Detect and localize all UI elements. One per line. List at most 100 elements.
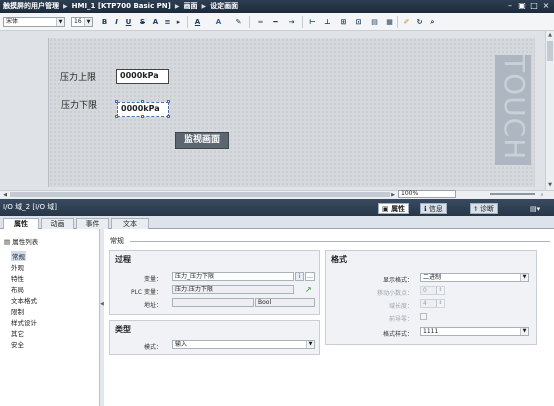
subtab-events[interactable]: 事件 bbox=[76, 218, 109, 229]
breadcrumb-separator-icon: ▶ bbox=[174, 3, 180, 10]
tree-item-misc[interactable]: 其它 bbox=[11, 328, 24, 338]
tree-item-characteristics[interactable]: 特性 bbox=[11, 273, 24, 283]
text-align-dropdown-icon[interactable]: ▸ bbox=[174, 17, 183, 27]
zoom-value: 100% bbox=[401, 190, 419, 197]
breadcrumb-screens[interactable]: 画面 bbox=[183, 2, 197, 10]
toolbar-separator bbox=[187, 16, 188, 28]
format-group-title: 格式 bbox=[331, 255, 347, 264]
scroll-up-icon[interactable]: ▲ bbox=[546, 31, 554, 39]
address-type-field: Bool bbox=[255, 298, 315, 307]
tree-item-styles[interactable]: 样式设计 bbox=[11, 317, 37, 327]
order-icon[interactable]: ▤ bbox=[370, 17, 379, 27]
title-bar: 触摸屏的用户管理 ▶ HMI_1 [KTP700 Basic PN] ▶ 画面 ▶ 设定画面 bbox=[0, 0, 554, 13]
touch-logo-text: TOUCH bbox=[498, 55, 531, 161]
paint-format-icon[interactable]: ✐ bbox=[402, 17, 411, 27]
font-name-select[interactable]: 宋体 ▼ bbox=[3, 17, 65, 27]
mode-label: 模式： bbox=[143, 344, 162, 351]
lower-limit-label[interactable]: 压力下限 bbox=[61, 98, 97, 111]
tree-item-limits[interactable]: 限制 bbox=[11, 306, 24, 316]
tree-item-general[interactable]: 常规 bbox=[11, 251, 26, 261]
minimize-icon[interactable]: – bbox=[506, 2, 514, 10]
scroll-right-icon[interactable]: ▶ bbox=[389, 191, 397, 199]
zoom-select[interactable]: 100% bbox=[398, 190, 456, 198]
text-color-button[interactable]: A bbox=[193, 17, 202, 27]
property-list-label: 属性列表 bbox=[12, 238, 39, 246]
tab-info[interactable]: ℹ 信息 bbox=[420, 203, 447, 214]
section-divider bbox=[130, 241, 550, 242]
subtab-animations[interactable]: 动画 bbox=[41, 218, 74, 229]
editor-horizontal-scrollbar[interactable]: ◀ ▶ ⌕ bbox=[0, 190, 554, 198]
strikethrough-button[interactable]: S bbox=[138, 17, 147, 27]
zoom-icon[interactable]: ⌕ bbox=[538, 191, 546, 199]
line-width-icon[interactable]: ━ bbox=[271, 17, 280, 27]
tab-diagnostics[interactable]: ⚕ 诊断 bbox=[470, 203, 499, 214]
vertical-scroll-thumb[interactable] bbox=[547, 41, 553, 61]
mode-select[interactable]: 输入 ▼ bbox=[172, 340, 315, 349]
tab-properties[interactable]: ▣ 属性 bbox=[378, 203, 410, 214]
upper-limit-io-field[interactable]: 0000kPa bbox=[116, 69, 169, 84]
selection-handle[interactable] bbox=[141, 100, 144, 103]
superscript-button[interactable]: A bbox=[151, 17, 160, 27]
chevron-down-icon[interactable]: ▼ bbox=[56, 18, 64, 26]
selection-handle[interactable] bbox=[115, 100, 118, 103]
subtab-texts[interactable]: 文本 bbox=[111, 218, 149, 229]
variable-field[interactable]: 压力_压力下限 bbox=[172, 272, 294, 281]
format-pattern-select[interactable]: 1111 ▼ bbox=[420, 327, 529, 336]
inspector-menu-icon[interactable]: ▤▾ bbox=[530, 205, 540, 213]
chevron-down-icon[interactable]: ▼ bbox=[306, 341, 314, 348]
property-list-header[interactable]: ▤ 属性列表 bbox=[4, 236, 38, 246]
same-size-icon[interactable]: ⊡ bbox=[354, 17, 363, 27]
plc-variable-label: PLC 变量： bbox=[130, 289, 162, 296]
align-left-icon[interactable]: ⊢ bbox=[308, 17, 317, 27]
italic-button[interactable]: I bbox=[112, 17, 121, 27]
text-align-icon[interactable]: ≡ bbox=[163, 17, 172, 27]
close-icon[interactable]: × bbox=[542, 2, 550, 10]
variable-info-icon[interactable]: i bbox=[295, 272, 304, 281]
tree-item-layout[interactable]: 布局 bbox=[11, 284, 24, 294]
group-icon[interactable]: ▦ bbox=[385, 17, 394, 27]
scroll-down-icon[interactable]: ▼ bbox=[546, 181, 554, 189]
chevron-down-icon[interactable]: ▼ bbox=[84, 18, 92, 26]
go-to-plc-icon[interactable]: ↗ bbox=[305, 285, 312, 294]
upper-limit-label[interactable]: 压力上限 bbox=[60, 70, 96, 83]
pen-color-icon[interactable]: ✎ bbox=[234, 17, 243, 27]
display-format-select[interactable]: 二进制 ▼ bbox=[420, 273, 529, 282]
rotate-icon[interactable]: ↻ bbox=[415, 17, 424, 27]
line-style-icon[interactable]: ═ bbox=[256, 17, 265, 27]
line-end-icon[interactable]: → bbox=[287, 17, 296, 27]
restore-icon[interactable]: ▣ bbox=[518, 2, 526, 10]
maximize-icon[interactable]: □ bbox=[530, 2, 538, 10]
monitor-screen-button[interactable]: 监视画面 bbox=[175, 132, 229, 149]
selection-handle[interactable] bbox=[167, 100, 170, 103]
font-size-value: 16 bbox=[74, 18, 82, 25]
selection-handle[interactable] bbox=[115, 115, 118, 118]
property-list-panel: ▤ 属性列表 常规 外观 特性 布局 文本格式 限制 样式设计 其它 安全 bbox=[0, 229, 100, 406]
format-toolbar: 宋体 ▼ 16 ▼ B I U S A ≡ ▸ A A ✎ ═ ━ → ⊢ ⊥ … bbox=[0, 13, 554, 31]
zoom-tool-icon[interactable]: ⌕ bbox=[428, 17, 437, 27]
tree-item-appearance[interactable]: 外观 bbox=[11, 262, 24, 272]
distribute-icon[interactable]: ⊞ bbox=[339, 17, 348, 27]
selection-handle[interactable] bbox=[167, 115, 170, 118]
horizontal-scroll-thumb[interactable] bbox=[10, 192, 390, 197]
breadcrumb-project[interactable]: 触摸屏的用户管理 bbox=[3, 2, 59, 10]
tree-item-text-format[interactable]: 文本格式 bbox=[11, 295, 37, 305]
editor-vertical-scrollbar[interactable]: ▲ ▼ bbox=[545, 31, 554, 190]
bold-button[interactable]: B bbox=[100, 17, 109, 27]
plc-variable-field: 压力.压力下限 bbox=[172, 285, 294, 294]
tree-item-security[interactable]: 安全 bbox=[11, 339, 24, 349]
scroll-left-icon[interactable]: ◀ bbox=[1, 191, 9, 199]
variable-label: 变量： bbox=[143, 276, 162, 283]
zoom-slider[interactable] bbox=[490, 193, 535, 195]
breadcrumb-device[interactable]: HMI_1 [KTP700 Basic PN] bbox=[72, 2, 171, 10]
underline-button[interactable]: U bbox=[124, 17, 133, 27]
list-icon: ▤ bbox=[4, 238, 11, 246]
font-size-select[interactable]: 16 ▼ bbox=[71, 17, 93, 27]
chevron-down-icon[interactable]: ▼ bbox=[520, 274, 528, 281]
leading-zeros-checkbox bbox=[420, 313, 427, 320]
align-center-icon[interactable]: ⊥ bbox=[323, 17, 332, 27]
chevron-down-icon[interactable]: ▼ bbox=[520, 328, 528, 335]
fill-color-button[interactable]: A bbox=[214, 17, 223, 27]
selection-handle[interactable] bbox=[141, 115, 144, 118]
format-pattern-label: 格式样式： bbox=[382, 331, 413, 338]
variable-browse-button[interactable]: … bbox=[305, 272, 315, 281]
